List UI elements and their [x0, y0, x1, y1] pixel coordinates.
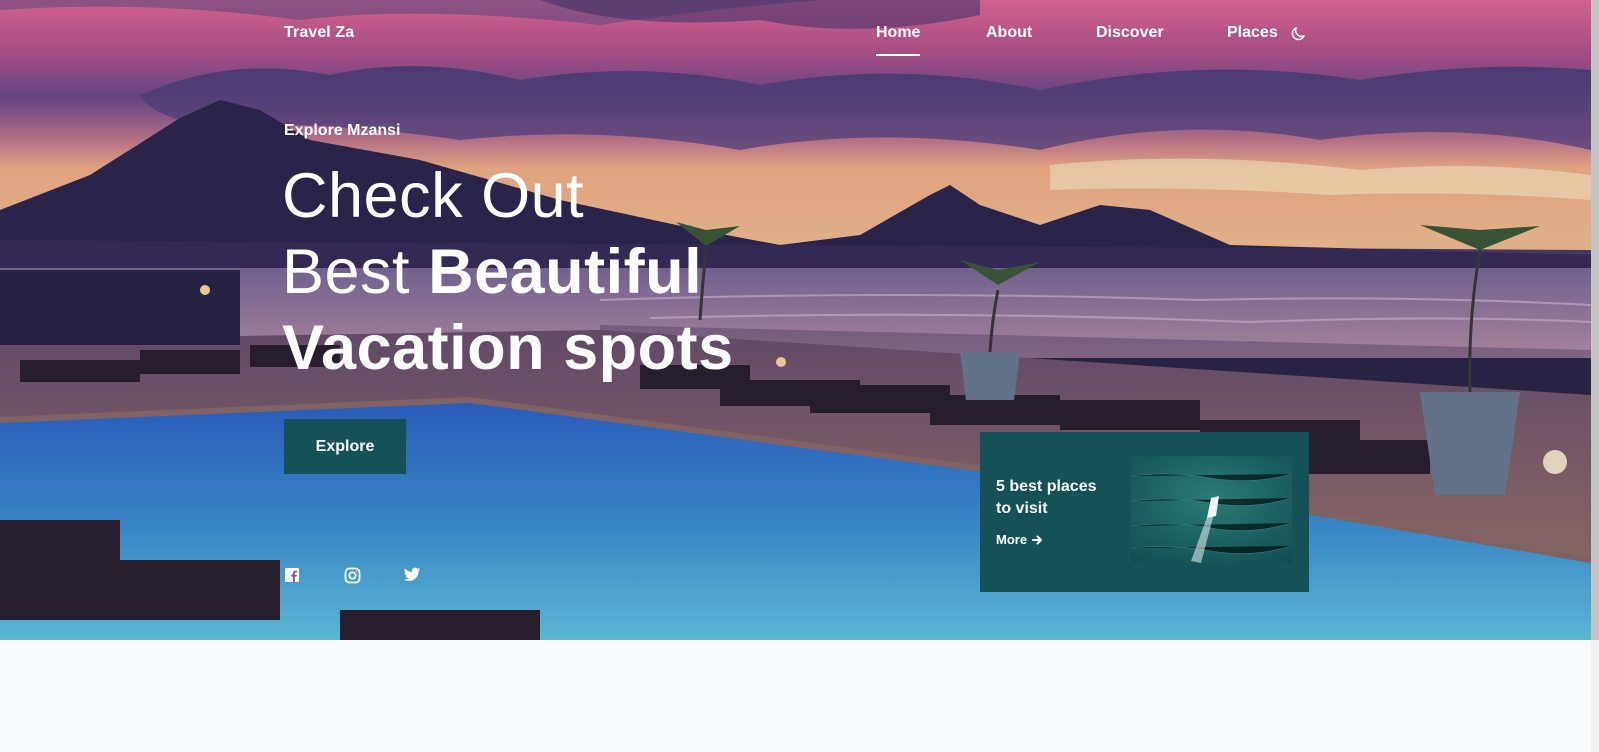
nav-home[interactable]: Home: [876, 24, 921, 56]
page: Travel Za Home About Discover Places Exp…: [0, 0, 1599, 752]
arrow-right-icon: [1032, 535, 1043, 544]
card-title: 5 best places to visit: [996, 478, 1097, 517]
explore-button[interactable]: Explore: [284, 419, 406, 474]
card-more-label: More: [996, 532, 1028, 547]
nav-about[interactable]: About: [986, 24, 1032, 42]
moon-icon[interactable]: [1289, 25, 1307, 43]
headline-regular-word: Best: [282, 237, 411, 307]
instagram-icon[interactable]: [344, 567, 362, 585]
card-more-link[interactable]: More: [996, 532, 1043, 547]
hero-section: Travel Za Home About Discover Places Exp…: [0, 0, 1591, 640]
hero-subtitle: Explore Mzansi: [284, 122, 401, 139]
headline-bold-word: Beautiful: [428, 237, 703, 307]
headline-line-3: Vacation spots: [282, 313, 734, 383]
nav-discover[interactable]: Discover: [1096, 24, 1164, 42]
card-image: [1131, 456, 1292, 563]
featured-card[interactable]: 5 best places to visit More: [980, 432, 1309, 592]
hero-headline: Check Out Best Beautiful Vacation spots: [282, 158, 802, 386]
boat-image: [1131, 456, 1292, 563]
nav-places[interactable]: Places: [1227, 24, 1278, 42]
headline-line-2: Best Beautiful: [282, 234, 802, 310]
scrollbar-thumb[interactable]: [1591, 0, 1599, 640]
brand-logo[interactable]: Travel Za: [284, 24, 354, 42]
facebook-icon[interactable]: [284, 567, 302, 585]
twitter-icon[interactable]: [403, 567, 421, 585]
headline-line-1: Check Out: [282, 161, 585, 231]
